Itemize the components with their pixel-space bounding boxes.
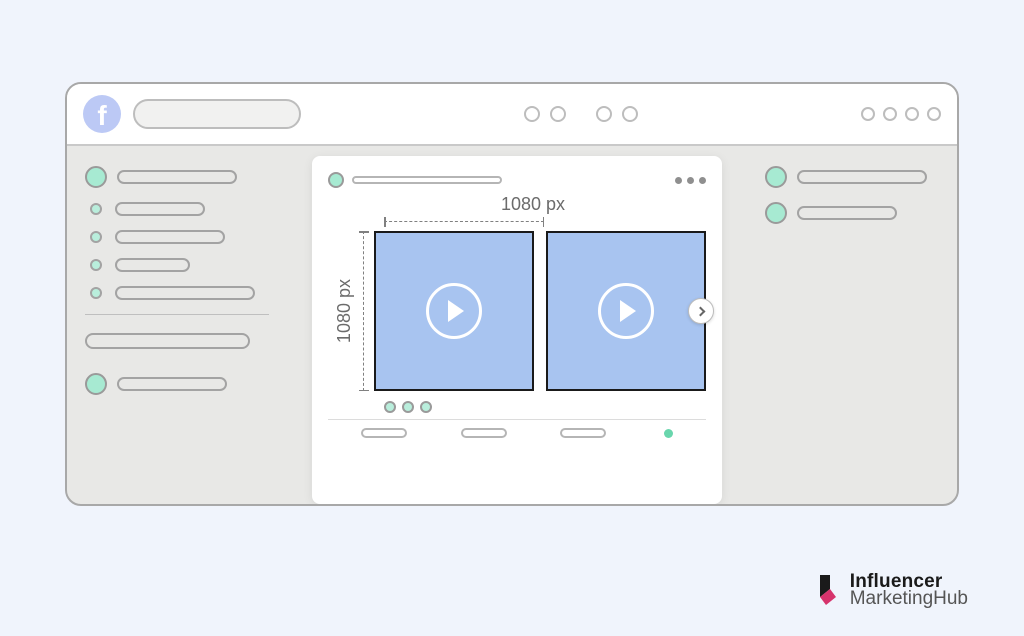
carousel-next-button[interactable] — [688, 298, 714, 324]
bullet-icon — [90, 287, 102, 299]
play-icon — [426, 283, 482, 339]
feed-column: 1080 px 1080 px — [287, 146, 747, 504]
sidebar-item-label — [115, 258, 190, 272]
carousel: 1080 px — [328, 231, 706, 391]
sidebar-item[interactable] — [85, 202, 269, 216]
sidebar-item-label — [117, 170, 237, 184]
search-input[interactable] — [133, 99, 301, 129]
sidebar-item-label — [85, 333, 250, 349]
like-button[interactable] — [361, 428, 407, 438]
browser-window: f — [65, 82, 959, 506]
reaction-icon[interactable] — [384, 401, 396, 413]
sidebar-item[interactable] — [85, 258, 269, 272]
watermark-logo: Influencer MarketingHub — [816, 572, 968, 608]
right-sidebar — [747, 146, 957, 504]
carousel-tiles — [374, 231, 706, 391]
play-icon — [598, 283, 654, 339]
height-dimension-line — [359, 231, 369, 391]
post-header — [328, 172, 706, 188]
avatar-icon — [765, 202, 787, 224]
nav-icon[interactable] — [622, 106, 638, 122]
action-icon[interactable] — [927, 107, 941, 121]
sidebar-item-label — [115, 202, 205, 216]
sidebar-item[interactable] — [85, 286, 269, 300]
reaction-icon[interactable] — [402, 401, 414, 413]
action-icon[interactable] — [861, 107, 875, 121]
post-avatar-icon[interactable] — [328, 172, 344, 188]
width-dimension-line — [384, 217, 544, 227]
divider — [328, 419, 706, 420]
sidebar-item[interactable] — [765, 202, 939, 224]
video-tile[interactable] — [374, 231, 534, 391]
brand-line2: MarketingHub — [850, 589, 968, 608]
share-button[interactable] — [560, 428, 606, 438]
height-dimension-label: 1080 px — [334, 279, 355, 343]
avatar-icon — [85, 166, 107, 188]
height-dimension: 1080 px — [328, 231, 374, 391]
sidebar-item-label — [797, 170, 927, 184]
divider — [85, 314, 269, 315]
post-actions — [328, 428, 706, 438]
sidebar-item[interactable] — [85, 230, 269, 244]
chevron-right-icon — [695, 306, 705, 316]
post-author-label — [352, 176, 502, 184]
avatar-icon — [765, 166, 787, 188]
left-sidebar — [67, 146, 287, 504]
topbar-right-actions — [861, 107, 941, 121]
status-dot-icon — [664, 429, 673, 438]
sidebar-item[interactable] — [765, 166, 939, 188]
sidebar-item[interactable] — [85, 166, 269, 188]
top-bar: f — [67, 84, 957, 146]
sidebar-item-label — [115, 286, 255, 300]
sidebar-item-label — [797, 206, 897, 220]
engagement-icons — [384, 401, 706, 413]
sidebar-item-label — [117, 377, 227, 391]
comment-button[interactable] — [461, 428, 507, 438]
avatar-icon — [85, 373, 107, 395]
bullet-icon — [90, 259, 102, 271]
video-tile[interactable] — [546, 231, 706, 391]
body-columns: 1080 px 1080 px — [67, 146, 957, 504]
width-dimension-label: 1080 px — [360, 194, 706, 215]
nav-icon[interactable] — [596, 106, 612, 122]
nav-icon[interactable] — [550, 106, 566, 122]
bullet-icon — [90, 203, 102, 215]
action-icon[interactable] — [883, 107, 897, 121]
brand-mark-icon — [816, 575, 842, 605]
bullet-icon — [90, 231, 102, 243]
sidebar-item[interactable] — [85, 373, 269, 395]
sidebar-item[interactable] — [85, 333, 269, 349]
sidebar-item-label — [115, 230, 225, 244]
action-icon[interactable] — [905, 107, 919, 121]
facebook-logo-icon[interactable]: f — [83, 95, 121, 133]
post-menu-icon[interactable] — [675, 177, 706, 184]
reaction-icon[interactable] — [420, 401, 432, 413]
nav-icon[interactable] — [524, 106, 540, 122]
topbar-center-nav — [313, 106, 849, 122]
post-card: 1080 px 1080 px — [312, 156, 722, 504]
